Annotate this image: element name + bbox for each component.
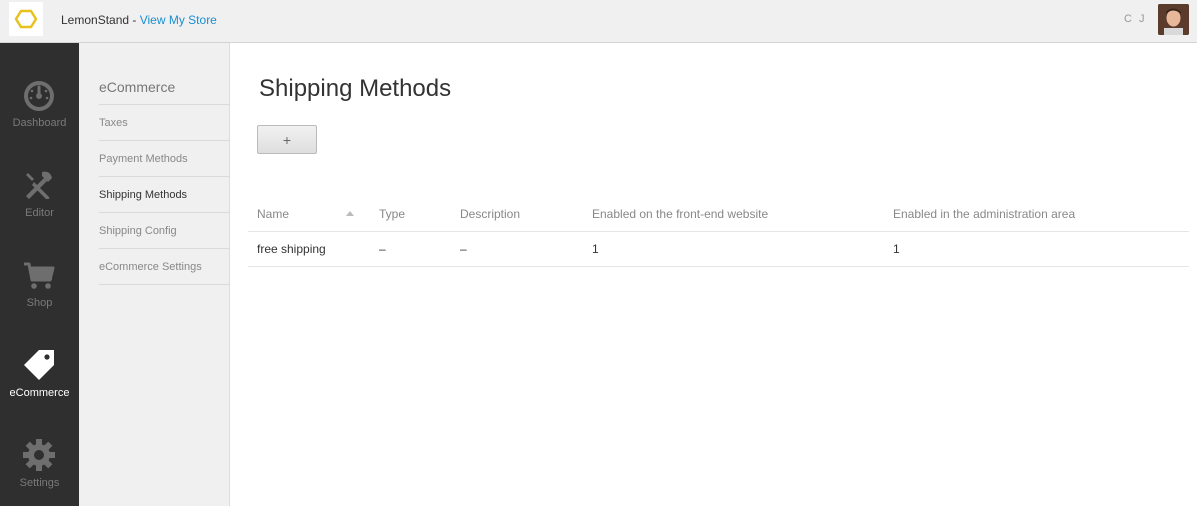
divider [99,212,230,213]
cell-admin: 1 [893,242,900,256]
divider [248,266,1189,267]
divider [99,176,230,177]
gear-icon [22,438,56,472]
top-bar: LemonStand - View My Store C J [0,0,1197,43]
user-avatar[interactable] [1158,4,1189,35]
tools-icon [22,168,56,202]
nav-label: Settings [19,477,60,489]
nav-label: Editor [25,207,54,219]
nav-label: Shop [26,297,53,309]
lemonstand-logo[interactable] [9,2,43,36]
divider [99,248,230,249]
subnav-item-ecommerce-settings[interactable]: eCommerce Settings [99,261,230,273]
divider [99,104,230,105]
column-header-type[interactable]: Type [379,207,405,221]
lemon-logo-icon [14,9,38,29]
subnav-title: eCommerce [99,79,176,95]
nav-label: Dashboard [12,117,67,129]
divider [99,140,230,141]
nav-item-editor[interactable]: Editor [0,163,79,253]
nav-item-settings[interactable]: Settings [0,433,79,506]
main-content: Shipping Methods + Name Type Description… [231,43,1197,506]
subnav-item-shipping-config[interactable]: Shipping Config [99,225,230,237]
nav-item-ecommerce[interactable]: eCommerce [0,343,79,433]
cell-type: – [379,242,386,256]
user-initials: C J [1124,13,1147,25]
table-row[interactable]: free shipping – – 1 1 [248,232,1189,266]
column-header-name[interactable]: Name [257,207,289,221]
gauge-icon [22,79,56,113]
avatar-icon [1158,4,1189,35]
sort-ascending-icon[interactable] [346,211,354,216]
store-name: LemonStand - [61,13,140,27]
column-header-frontend[interactable]: Enabled on the front-end website [592,207,768,221]
divider [99,284,230,285]
view-store-link[interactable]: View My Store [140,13,217,27]
subnav-item-shipping-methods[interactable]: Shipping Methods [99,189,230,201]
cell-description: – [460,242,467,256]
subnav-item-taxes[interactable]: Taxes [99,117,230,129]
nav-item-dashboard[interactable]: Dashboard [0,73,79,163]
cell-frontend: 1 [592,242,599,256]
cell-name: free shipping [257,242,326,256]
cart-icon [22,258,56,292]
column-header-admin[interactable]: Enabled in the administration area [893,207,1075,221]
store-line: LemonStand - View My Store [61,13,217,27]
nav-item-shop[interactable]: Shop [0,253,79,343]
add-shipping-method-button[interactable]: + [257,125,317,154]
column-header-description[interactable]: Description [460,207,520,221]
nav-label: eCommerce [9,387,70,399]
page-title: Shipping Methods [259,75,452,102]
tag-icon [22,348,56,382]
subnav-item-payment-methods[interactable]: Payment Methods [99,153,230,165]
section-subnav: eCommerce Taxes Payment Methods Shipping… [79,43,230,506]
main-nav: Dashboard Editor Shop eCommerce Settings [0,43,79,506]
